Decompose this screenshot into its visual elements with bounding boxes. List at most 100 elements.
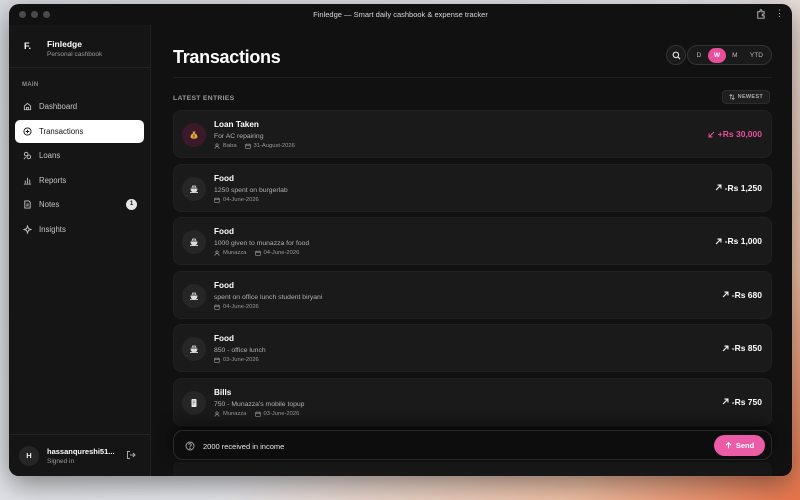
period-day-button[interactable]: D [690,48,708,63]
entry-description: 1250 spent on burgerlab [214,186,288,194]
sidebar-item-dashboard[interactable]: Dashboard [15,95,144,118]
entry-amount: -Rs 1,000 [715,236,762,246]
entry-title: Bills [214,387,232,397]
list-item[interactable]: Food 1250 spent on burgerlab 04-June-202… [173,163,772,212]
sidebar-item-loans[interactable]: Loans [15,144,144,167]
header-divider [173,77,772,78]
period-week-button[interactable]: W [707,47,726,63]
entry-title: Food [214,227,235,237]
entry-title: Food [214,334,235,344]
title-bar: Finledge — Smart daily cashbook & expens… [9,4,792,25]
arrow-up-icon [725,442,732,449]
entry-title: Food [214,280,235,290]
brand-name: Finledge [47,39,82,49]
arrow-up-right-icon [722,398,729,405]
window-title: Finledge — Smart daily cashbook & expens… [313,10,488,19]
list-item[interactable]: Food 850 - office lunch 03-June-2026 -Rs… [173,324,772,373]
home-icon [23,102,32,111]
period-month-button[interactable]: M [726,48,744,63]
entry-meta: Munazza 03-June-2026 [214,411,304,417]
loans-icon [23,151,32,160]
main-content: Transactions D W M YTD LATEST ENTRIES NE… [151,25,792,476]
plus-circle-icon [23,126,32,136]
entry-person: Munazza [223,250,247,257]
list-item[interactable]: Bills 750 - Munazza's mobile topup Munaz… [173,377,772,426]
section-label: LATEST ENTRIES [173,95,235,102]
entry-person: Baba [223,143,237,149]
entry-date: 03-June-2026 [263,410,300,417]
entry-amount-value: -Rs 1,250 [724,182,762,193]
logout-icon[interactable] [126,450,136,460]
search-icon [672,51,681,60]
entry-description: 1000 given to munazza for food [214,240,310,248]
entry-amount: -Rs 680 [722,290,762,300]
sidebar-item-label: Notes [39,200,60,209]
notes-count-badge: 1 [126,199,137,210]
brand-logo: F. [24,41,32,51]
help-icon[interactable] [185,441,195,451]
sidebar-item-label: Insights [39,224,66,234]
sidebar-item-label: Dashboard [39,102,78,111]
avatar: H [19,445,39,466]
calendar-icon [244,143,251,149]
app-window: Finledge — Smart daily cashbook & expens… [9,4,792,476]
entry-title: Loan Taken [214,120,259,129]
more-menu-icon[interactable]: ⋮ [775,8,784,19]
entry-amount: -Rs 750 [722,397,762,407]
bill-icon [182,390,206,415]
zoom-window-button[interactable] [43,11,50,18]
quick-entry-bar: Send [173,430,772,460]
quick-entry-input[interactable] [203,438,683,454]
entry-meta: Baba 31-August-2026 [214,143,295,149]
person-icon [214,250,220,256]
user-panel: H hassanqureshi51... Signed in [9,434,150,476]
period-selector: D W M YTD [687,45,772,65]
list-item[interactable]: Loan Taken For AC repairing Baba 31-Augu… [173,110,772,158]
entry-meta: Munazza 04-June-2026 [214,250,309,256]
entry-description: 850 - office lunch [214,347,266,355]
list-item[interactable]: Food 1000 given to munazza for food Muna… [173,217,772,266]
user-status: Signed in [47,457,75,465]
calendar-icon [214,197,220,203]
entry-amount-value: -Rs 850 [731,343,762,354]
sidebar-item-insights[interactable]: Insights [15,218,144,241]
entry-description: 750 - Munazza's mobile topup [214,400,305,408]
arrow-up-right-icon [722,291,729,298]
entry-person: Munazza [223,410,247,417]
entry-date: 04-June-2026 [223,303,259,310]
send-button[interactable]: Send [714,435,765,456]
sidebar-item-notes[interactable]: Notes 1 [15,193,144,216]
list-item[interactable]: Food spent on office lunch student birya… [173,270,772,319]
bar-chart-icon [23,177,32,185]
search-button[interactable] [666,45,686,65]
food-icon [182,176,206,201]
calendar-icon [214,357,220,364]
period-ytd-button[interactable]: YTD [744,48,769,63]
arrow-up-right-icon [722,345,729,352]
sparkle-icon [23,224,32,234]
send-label: Send [735,441,755,450]
next-entry-peek [173,462,772,476]
extensions-icon[interactable] [755,9,766,20]
sidebar-item-label: Loans [39,151,61,160]
arrow-down-left-icon [708,131,715,137]
money-bag-icon [182,123,206,147]
window-controls [19,11,50,18]
entry-amount-value: -Rs 680 [731,289,762,300]
calendar-icon [254,411,261,417]
minimize-window-button[interactable] [31,11,38,18]
calendar-icon [254,250,261,256]
sort-icon [728,94,735,100]
sidebar-item-label: Transactions [39,126,84,136]
calendar-icon [214,304,220,310]
sidebar-item-transactions[interactable]: Transactions [15,119,144,143]
entry-date: 04-June-2026 [223,196,259,203]
sidebar-item-label: Reports [39,175,67,185]
close-window-button[interactable] [19,11,26,18]
sidebar-item-reports[interactable]: Reports [15,169,144,192]
entry-date: 03-June-2026 [223,357,259,364]
food-icon [182,337,206,362]
entry-description: For AC repairing [214,133,264,140]
entries-list: Loan Taken For AC repairing Baba 31-Augu… [173,110,772,432]
sort-button[interactable]: NEWEST [721,90,770,104]
